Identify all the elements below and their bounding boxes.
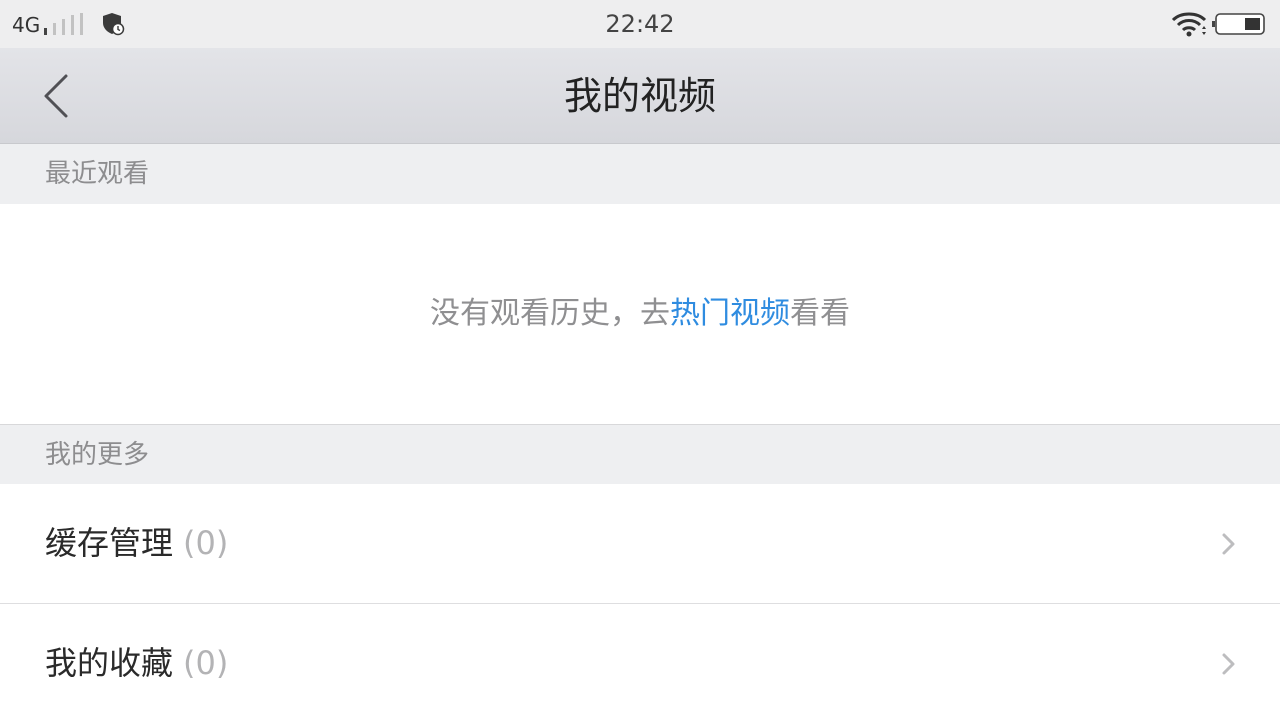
favorites-label-wrap: 我的收藏 (0) bbox=[45, 644, 228, 682]
screen: 4G 22:42 我的视频 最近观看 没有观看历史，去热门视频看看 我的更多 缓… bbox=[0, 0, 1280, 720]
section-header-more: 我的更多 bbox=[0, 424, 1280, 485]
status-bar: 4G 22:42 bbox=[0, 0, 1280, 48]
network-type-label: 4G bbox=[12, 13, 41, 37]
section-label-more: 我的更多 bbox=[45, 440, 150, 470]
empty-message-prefix: 没有观看历史，去 bbox=[430, 296, 670, 331]
cache-count: (0) bbox=[183, 524, 229, 562]
shield-icon bbox=[103, 13, 125, 36]
hot-videos-link[interactable]: 热门视频 bbox=[670, 296, 790, 331]
clock: 22:42 bbox=[605, 10, 675, 38]
empty-history-message: 没有观看历史，去热门视频看看 bbox=[0, 296, 1280, 332]
cache-management-label-wrap: 缓存管理 (0) bbox=[45, 524, 228, 562]
chevron-right-icon bbox=[1222, 653, 1235, 675]
back-arrow-icon[interactable] bbox=[34, 70, 82, 122]
section-header-recent: 最近观看 bbox=[0, 144, 1280, 204]
battery-icon bbox=[1212, 13, 1265, 35]
signal-icon bbox=[44, 13, 83, 35]
section-label-recent: 最近观看 bbox=[45, 159, 150, 189]
wifi-icon bbox=[1171, 12, 1207, 37]
recent-empty-area: 没有观看历史，去热门视频看看 bbox=[0, 204, 1280, 423]
page-title: 我的视频 bbox=[563, 74, 716, 118]
chevron-right-icon bbox=[1222, 533, 1235, 555]
favorites-count: (0) bbox=[183, 644, 229, 682]
title-bar: 我的视频 bbox=[0, 48, 1280, 144]
cache-management-row[interactable]: 缓存管理 (0) bbox=[0, 484, 1280, 604]
empty-message-suffix: 看看 bbox=[790, 296, 850, 331]
favorites-label: 我的收藏 bbox=[45, 644, 174, 682]
favorites-row[interactable]: 我的收藏 (0) bbox=[0, 604, 1280, 720]
cache-management-label: 缓存管理 bbox=[45, 524, 174, 562]
